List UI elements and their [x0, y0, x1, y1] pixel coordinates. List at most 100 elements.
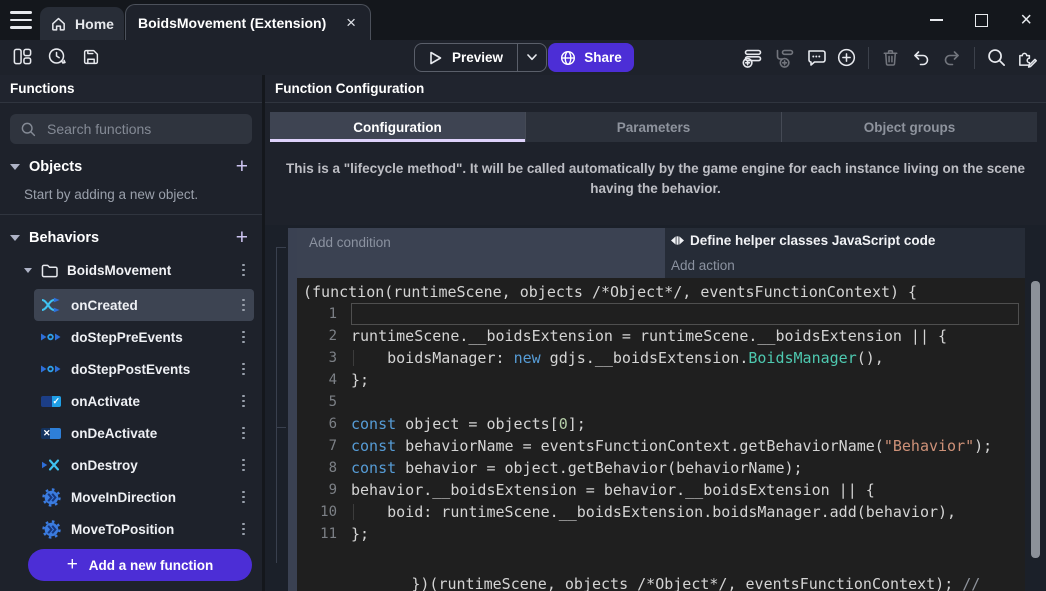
function-item-MoveToPosition[interactable]: MoveToPosition: [34, 513, 254, 545]
more-options-icon[interactable]: [237, 262, 250, 279]
function-item-doStepPostEvents[interactable]: doStepPostEvents: [34, 353, 254, 385]
share-button[interactable]: Share: [548, 43, 634, 72]
code-line-11[interactable]: 11};: [297, 523, 1025, 545]
toolbar-divider: [974, 47, 975, 69]
code-line-6[interactable]: 6const object = objects[0];: [297, 413, 1025, 435]
close-button[interactable]: ×: [1020, 10, 1032, 30]
add-event-icon[interactable]: [741, 47, 764, 68]
chevron-down-icon[interactable]: [10, 235, 20, 241]
code-scrollbar[interactable]: [1031, 281, 1040, 558]
code-line-9[interactable]: 9behavior.__boidsExtension = behavior.__…: [297, 479, 1025, 501]
function-item-onCreated[interactable]: onCreated: [34, 289, 254, 321]
maximize-button[interactable]: [975, 14, 988, 27]
event-drag-handle[interactable]: [288, 228, 297, 591]
version-history-icon[interactable]: [46, 46, 68, 67]
titlebar: Home BoidsMovement (Extension) × ×: [0, 0, 1046, 40]
main-menu-icon[interactable]: [10, 11, 32, 29]
preview-button[interactable]: Preview: [414, 43, 547, 72]
js-code-event-icon: [670, 234, 685, 247]
search-icon[interactable]: [986, 47, 1007, 68]
code-editor[interactable]: (function(runtimeScene, objects /*Object…: [297, 278, 1025, 591]
code-line-2[interactable]: 2runtimeScene.__boidsExtension = runtime…: [297, 325, 1025, 347]
share-label: Share: [584, 50, 622, 65]
more-options-icon[interactable]: [237, 425, 250, 442]
search-functions-box[interactable]: [10, 114, 252, 144]
undo-icon[interactable]: [910, 47, 932, 68]
more-options-icon[interactable]: [237, 329, 250, 346]
line-number: 2: [297, 325, 351, 347]
tab-home[interactable]: Home: [40, 7, 124, 40]
add-action-button[interactable]: Add action: [665, 253, 1025, 278]
tab-object-groups[interactable]: Object groups: [781, 112, 1037, 142]
tab-boidsmovement[interactable]: BoidsMovement (Extension) ×: [125, 4, 371, 40]
edit-extension-icon[interactable]: [1016, 47, 1038, 68]
project-manager-icon[interactable]: [12, 46, 33, 67]
function-item-doStepPreEvents[interactable]: doStepPreEvents: [34, 321, 254, 353]
add-object-button[interactable]: +: [236, 157, 248, 177]
function-item-MoveInDirection[interactable]: MoveInDirection: [34, 481, 254, 513]
function-item-onDeActivate[interactable]: ✕onDeActivate: [34, 417, 254, 449]
function-configuration-title: Function Configuration: [265, 75, 1046, 103]
line-number: 4: [297, 369, 351, 391]
code-footer-comment: //: [962, 575, 989, 591]
event-indent-tick: [276, 247, 286, 248]
objects-section-row[interactable]: Objects +: [0, 152, 262, 182]
behavior-group-boidsmovement[interactable]: BoidsMovement: [0, 255, 262, 285]
indent-guide: [353, 504, 354, 520]
home-icon: [50, 15, 67, 32]
toggle-x-icon: ✕: [40, 428, 62, 439]
line-number: 7: [297, 435, 351, 457]
minimize-button[interactable]: [930, 19, 943, 21]
more-options-icon[interactable]: [237, 489, 250, 506]
code-line-content: const object = objects[0];: [351, 413, 1019, 435]
add-condition-button[interactable]: Add condition: [297, 228, 665, 278]
code-line-content: boidsManager: new gdjs.__boidsExtension.…: [351, 347, 1019, 369]
add-subevent-icon[interactable]: [773, 47, 796, 68]
more-options-icon[interactable]: [237, 521, 250, 538]
chevron-down-icon[interactable]: [10, 164, 20, 170]
objects-empty-hint: Start by adding a new object.: [24, 187, 252, 202]
add-function-button[interactable]: + Add a new function: [28, 549, 252, 581]
behaviors-section-row[interactable]: Behaviors +: [0, 223, 262, 253]
function-item-onDestroy[interactable]: onDestroy: [34, 449, 254, 481]
function-item-label: doStepPostEvents: [71, 362, 228, 377]
function-item-onActivate[interactable]: ✓onActivate: [34, 385, 254, 417]
line-number: 11: [297, 523, 351, 545]
chevron-down-icon[interactable]: [24, 268, 32, 273]
redo-icon[interactable]: [941, 47, 963, 68]
tab-close-icon[interactable]: ×: [344, 14, 358, 31]
more-options-icon[interactable]: [237, 393, 250, 410]
code-line-4[interactable]: 4};: [297, 369, 1025, 391]
code-line-7[interactable]: 7const behaviorName = eventsFunctionCont…: [297, 435, 1025, 457]
choose-event-icon[interactable]: [836, 47, 857, 68]
code-line-1[interactable]: 1: [297, 303, 1025, 325]
event-title-row[interactable]: Define helper classes JavaScript code: [665, 228, 1025, 253]
shuffle-icon: [40, 297, 62, 313]
code-line-content: [351, 303, 1019, 325]
code-line-3[interactable]: 3 boidsManager: new gdjs.__boidsExtensio…: [297, 347, 1025, 369]
code-line-8[interactable]: 8const behavior = object.getBehavior(beh…: [297, 457, 1025, 479]
search-icon: [20, 121, 36, 137]
save-icon[interactable]: [81, 47, 101, 67]
code-line-10[interactable]: 10 boid: runtimeScene.__boidsExtension.b…: [297, 501, 1025, 523]
line-number: 1: [297, 303, 351, 325]
code-line-5[interactable]: 5: [297, 391, 1025, 413]
more-options-icon[interactable]: [237, 297, 250, 314]
preview-button-main[interactable]: Preview: [415, 44, 517, 71]
function-configuration-panel: Function Configuration ConfigurationPara…: [265, 75, 1046, 591]
add-comment-icon[interactable]: [805, 47, 827, 68]
event-action-column: Define helper classes JavaScript code Ad…: [665, 228, 1025, 278]
code-line-content: };: [351, 523, 1019, 545]
tab-configuration[interactable]: Configuration: [270, 112, 525, 142]
tab-parameters[interactable]: Parameters: [525, 112, 781, 142]
more-options-icon[interactable]: [237, 457, 250, 474]
behavior-group-label: BoidsMovement: [67, 263, 228, 278]
trash-icon[interactable]: [880, 47, 901, 68]
preview-dropdown-button[interactable]: [518, 44, 546, 71]
search-functions-input[interactable]: [45, 120, 242, 138]
toolbar-left-icons: [12, 46, 101, 67]
lifecycle-description: This is a "lifecycle method". It will be…: [265, 159, 1046, 199]
function-item-label: MoveToPosition: [71, 522, 228, 537]
more-options-icon[interactable]: [237, 361, 250, 378]
add-behavior-button[interactable]: +: [236, 228, 248, 248]
